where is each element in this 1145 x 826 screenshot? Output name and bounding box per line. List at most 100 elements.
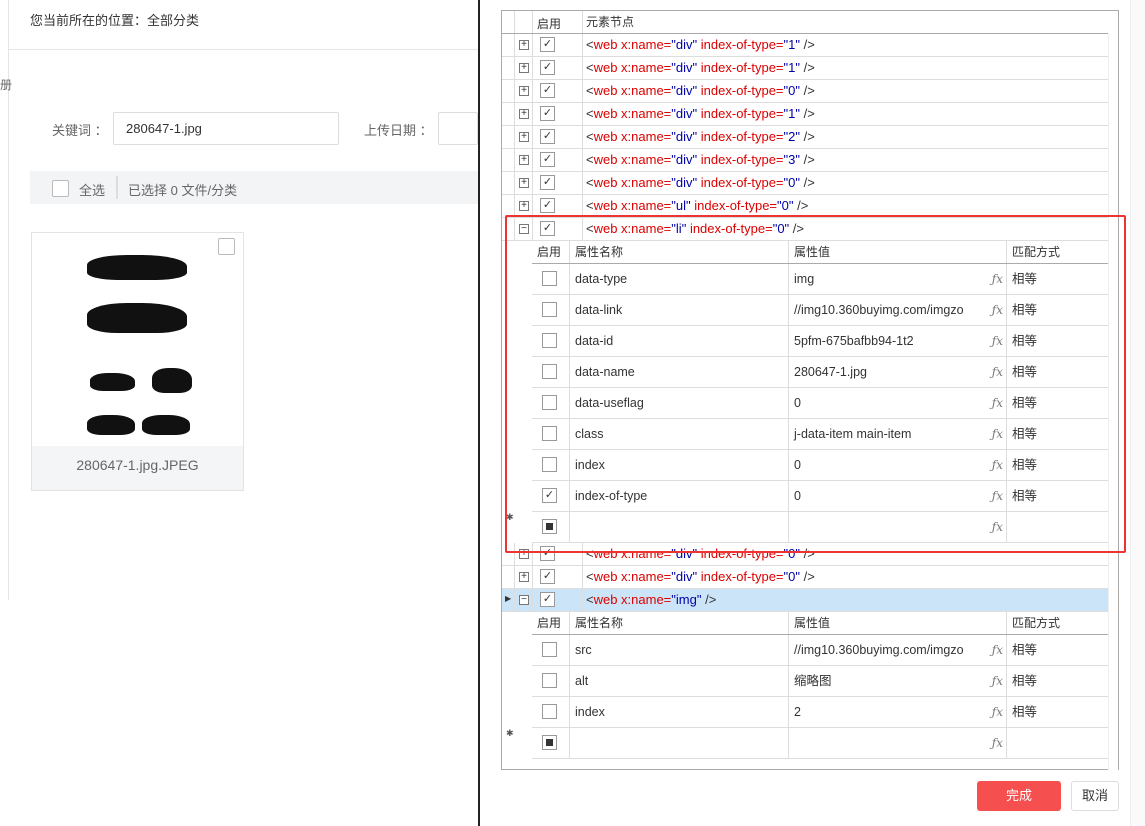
attribute-row[interactable]: data-id 5pfm-675bafbb94-1t2 ƒx 相等 bbox=[532, 326, 1109, 357]
attr-enable-checkbox[interactable] bbox=[542, 364, 557, 379]
attr-match[interactable]: 相等 bbox=[1007, 635, 1109, 665]
attr-name[interactable]: index bbox=[570, 450, 789, 480]
node-enable-checkbox[interactable]: ✓ bbox=[540, 83, 555, 98]
attr-name[interactable]: src bbox=[570, 635, 789, 665]
new-attribute-row[interactable]: ✱ ƒx bbox=[506, 512, 1109, 543]
attr-value[interactable]: 0 bbox=[794, 458, 801, 472]
fx-icon[interactable]: ƒx bbox=[992, 388, 1003, 418]
expand-icon[interactable]: + bbox=[519, 109, 529, 119]
fx-icon[interactable]: ƒx bbox=[992, 697, 1003, 727]
fx-icon[interactable]: ƒx bbox=[992, 635, 1003, 665]
collapse-icon[interactable]: − bbox=[519, 595, 529, 605]
file-checkbox[interactable] bbox=[218, 238, 235, 255]
attr-match[interactable]: 相等 bbox=[1007, 697, 1109, 727]
attribute-row[interactable]: index 0 ƒx 相等 bbox=[532, 450, 1109, 481]
upload-date-input[interactable] bbox=[438, 112, 478, 145]
attr-match[interactable]: 相等 bbox=[1007, 326, 1109, 356]
attr-value[interactable]: 缩略图 bbox=[794, 674, 832, 688]
node-enable-checkbox[interactable]: ✓ bbox=[540, 569, 555, 584]
fx-icon[interactable]: ƒx bbox=[992, 419, 1003, 449]
attr-name[interactable]: data-name bbox=[570, 357, 789, 387]
attr-value[interactable]: //img10.360buyimg.com/imgzo bbox=[794, 303, 964, 317]
scrollbar[interactable] bbox=[1108, 33, 1118, 770]
expand-icon[interactable]: + bbox=[519, 86, 529, 96]
fx-icon[interactable]: ƒx bbox=[992, 295, 1003, 325]
attr-value[interactable]: 2 bbox=[794, 705, 801, 719]
new-row-checkbox[interactable] bbox=[542, 519, 557, 534]
fx-icon[interactable]: ƒx bbox=[992, 512, 1003, 542]
tree-node-row[interactable]: + ✓ <web x:name="div" index-of-type="2" /> bbox=[502, 126, 1109, 149]
attr-enable-checkbox[interactable] bbox=[542, 704, 557, 719]
attr-enable-checkbox[interactable] bbox=[542, 673, 557, 688]
expand-icon[interactable]: + bbox=[519, 132, 529, 142]
attr-name[interactable]: index bbox=[570, 697, 789, 727]
tree-node-row[interactable]: + ✓ <web x:name="div" index-of-type="0" /> bbox=[502, 543, 1109, 566]
cancel-button[interactable]: 取消 bbox=[1071, 781, 1119, 811]
attr-enable-checkbox[interactable] bbox=[542, 642, 557, 657]
attr-enable-checkbox[interactable] bbox=[542, 333, 557, 348]
attr-name[interactable]: data-type bbox=[570, 264, 789, 294]
attr-match[interactable]: 相等 bbox=[1007, 264, 1109, 294]
attr-name[interactable]: alt bbox=[570, 666, 789, 696]
attr-match[interactable]: 相等 bbox=[1007, 388, 1109, 418]
node-enable-checkbox[interactable]: ✓ bbox=[540, 106, 555, 121]
attr-enable-checkbox[interactable] bbox=[542, 271, 557, 286]
fx-icon[interactable]: ƒx bbox=[992, 326, 1003, 356]
attr-enable-checkbox[interactable] bbox=[542, 302, 557, 317]
attr-name[interactable]: index-of-type bbox=[570, 481, 789, 511]
expand-icon[interactable]: + bbox=[519, 178, 529, 188]
fx-icon[interactable]: ƒx bbox=[992, 450, 1003, 480]
attr-name[interactable]: data-id bbox=[570, 326, 789, 356]
attribute-row[interactable]: data-name 280647-1.jpg ƒx 相等 bbox=[532, 357, 1109, 388]
expand-icon[interactable]: + bbox=[519, 40, 529, 50]
node-enable-checkbox[interactable]: ✓ bbox=[540, 129, 555, 144]
attribute-row[interactable]: data-link //img10.360buyimg.com/imgzo ƒx 相等 bbox=[532, 295, 1109, 326]
attribute-row[interactable]: ✓ index-of-type 0 ƒx 相等 bbox=[532, 481, 1109, 512]
attr-name[interactable]: class bbox=[570, 419, 789, 449]
new-row-checkbox[interactable] bbox=[542, 735, 557, 750]
tree-node-row[interactable]: ▶ − ✓ <web x:name="img" /> bbox=[502, 589, 1109, 612]
attr-enable-checkbox[interactable]: ✓ bbox=[542, 488, 557, 503]
tree-node-row[interactable]: + ✓ <web x:name="div" index-of-type="0" /> bbox=[502, 566, 1109, 589]
attr-enable-checkbox[interactable] bbox=[542, 395, 557, 410]
sidebar-label[interactable]: 册 bbox=[0, 76, 12, 93]
file-card[interactable]: 280647-1.jpg.JPEG bbox=[31, 232, 244, 491]
attribute-row[interactable]: data-type img ƒx 相等 bbox=[532, 264, 1109, 295]
keyword-input[interactable]: 280647-1.jpg bbox=[113, 112, 339, 145]
expand-icon[interactable]: + bbox=[519, 549, 529, 559]
tree-node-row[interactable]: + ✓ <web x:name="div" index-of-type="1" /> bbox=[502, 103, 1109, 126]
node-enable-checkbox[interactable]: ✓ bbox=[540, 60, 555, 75]
attr-value[interactable]: 0 bbox=[794, 489, 801, 503]
attr-match[interactable]: 相等 bbox=[1007, 357, 1109, 387]
attr-value[interactable]: 280647-1.jpg bbox=[794, 365, 867, 379]
node-enable-checkbox[interactable]: ✓ bbox=[540, 152, 555, 167]
attr-enable-checkbox[interactable] bbox=[542, 457, 557, 472]
attribute-row[interactable]: index 2 ƒx 相等 bbox=[532, 697, 1109, 728]
expand-icon[interactable]: + bbox=[519, 63, 529, 73]
attr-match[interactable]: 相等 bbox=[1007, 295, 1109, 325]
fx-icon[interactable]: ƒx bbox=[992, 728, 1003, 758]
attribute-row[interactable]: data-useflag 0 ƒx 相等 bbox=[532, 388, 1109, 419]
tree-node-row[interactable]: + ✓ <web x:name="ul" index-of-type="0" /> bbox=[502, 195, 1109, 218]
attribute-row[interactable]: src //img10.360buyimg.com/imgzo ƒx 相等 bbox=[532, 635, 1109, 666]
expand-icon[interactable]: + bbox=[519, 155, 529, 165]
select-all-label[interactable]: 全选 bbox=[79, 180, 105, 199]
attr-value[interactable]: img bbox=[794, 272, 814, 286]
attr-value[interactable]: //img10.360buyimg.com/imgzo bbox=[794, 643, 964, 657]
select-all-checkbox[interactable] bbox=[52, 180, 69, 197]
attr-value[interactable]: 5pfm-675bafbb94-1t2 bbox=[794, 334, 914, 348]
tree-node-row[interactable]: − ✓ <web x:name="li" index-of-type="0" /> bbox=[502, 218, 1109, 241]
attr-match[interactable]: 相等 bbox=[1007, 419, 1109, 449]
tree-node-row[interactable]: + ✓ <web x:name="div" index-of-type="0" /> bbox=[502, 80, 1109, 103]
expand-icon[interactable]: + bbox=[519, 572, 529, 582]
attribute-row[interactable]: alt 缩略图 ƒx 相等 bbox=[532, 666, 1109, 697]
attr-match[interactable]: 相等 bbox=[1007, 481, 1109, 511]
attr-match[interactable]: 相等 bbox=[1007, 666, 1109, 696]
fx-icon[interactable]: ƒx bbox=[992, 357, 1003, 387]
tree-node-row[interactable]: + ✓ <web x:name="div" index-of-type="0" /> bbox=[502, 172, 1109, 195]
tree-node-row[interactable]: + ✓ <web x:name="div" index-of-type="1" /> bbox=[502, 34, 1109, 57]
attribute-row[interactable]: class j-data-item main-item ƒx 相等 bbox=[532, 419, 1109, 450]
tree-node-row[interactable]: + ✓ <web x:name="div" index-of-type="1" /> bbox=[502, 57, 1109, 80]
attr-name[interactable]: data-link bbox=[570, 295, 789, 325]
node-enable-checkbox[interactable]: ✓ bbox=[540, 37, 555, 52]
